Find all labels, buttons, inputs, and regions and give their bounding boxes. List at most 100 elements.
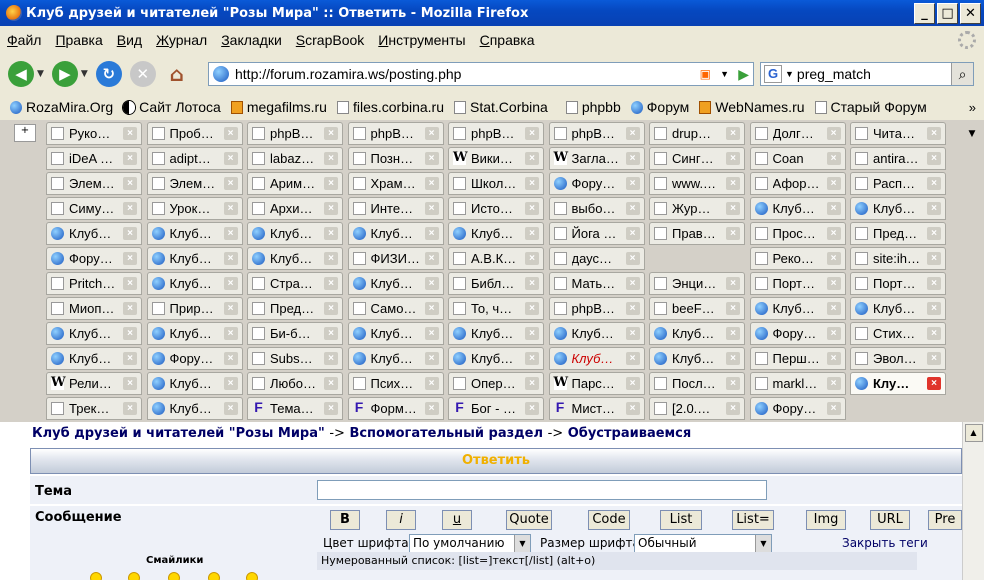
vertical-scrollbar[interactable]: ▲ xyxy=(962,422,984,580)
tab[interactable]: Посл… × xyxy=(649,372,745,395)
tab-close-icon[interactable]: × xyxy=(927,377,941,390)
tab-close-icon[interactable]: × xyxy=(726,377,740,390)
tab[interactable]: phpB… × xyxy=(448,122,544,145)
tab-close-icon[interactable]: × xyxy=(223,377,238,390)
tab[interactable]: выбо… × xyxy=(548,197,645,220)
tab[interactable]: Арим… × xyxy=(247,172,343,195)
tab[interactable]: Клуб… × xyxy=(46,322,142,345)
tab-close-icon[interactable]: × xyxy=(223,302,238,315)
tab[interactable]: phpB… × xyxy=(247,122,343,145)
tab-close-icon[interactable]: × xyxy=(123,152,137,165)
tab-close-icon[interactable]: × xyxy=(223,127,238,140)
tab-close-icon[interactable]: × xyxy=(324,302,338,315)
pre-button[interactable]: Pre xyxy=(928,510,962,530)
tab-close-icon[interactable]: × xyxy=(123,202,137,215)
tab-close-icon[interactable]: × xyxy=(324,127,338,140)
tab-close-icon[interactable]: × xyxy=(826,177,841,190)
smiley-icon[interactable] xyxy=(168,572,180,580)
breadcrumb-subsection-link[interactable]: Обустраиваемся xyxy=(568,426,692,441)
tab[interactable]: Клуб… × xyxy=(146,372,243,395)
tab-close-icon[interactable]: × xyxy=(424,127,439,140)
tab[interactable]: Миоп… × xyxy=(46,297,142,320)
tab[interactable]: Элем… × xyxy=(46,172,142,195)
tab[interactable]: F Форм… × xyxy=(347,397,444,420)
quote-button[interactable]: Quote xyxy=(506,510,552,530)
tab[interactable]: Фору… × xyxy=(548,172,645,195)
tab[interactable]: Чита… × xyxy=(850,122,946,145)
tab-close-icon[interactable]: × xyxy=(223,177,238,190)
tab-close-icon[interactable]: × xyxy=(525,202,539,215)
menu-scrapbook[interactable]: ScrapBook xyxy=(289,32,372,48)
home-button[interactable]: ⌂ xyxy=(164,61,190,87)
tab[interactable]: phpB… × xyxy=(548,297,645,320)
tab-close-icon[interactable]: × xyxy=(625,252,640,265)
bookmark-stat-corbina[interactable]: Stat.Corbina xyxy=(454,99,548,115)
tab-close-icon[interactable]: × xyxy=(123,127,137,140)
tab-close-icon[interactable]: × xyxy=(625,277,640,290)
tab-close-icon[interactable]: × xyxy=(525,127,539,140)
menu-tools[interactable]: Инструменты xyxy=(371,32,472,48)
close-tags-link[interactable]: Закрыть теги xyxy=(842,536,928,550)
tab[interactable]: Синг… × xyxy=(649,147,745,170)
tab[interactable]: labaz… × xyxy=(247,147,343,170)
bookmark-phpbb[interactable]: phpbb xyxy=(565,99,621,115)
url-bar[interactable]: http://forum.rozamira.ws/posting.php ▣ ▼… xyxy=(208,62,754,86)
tab-close-icon[interactable]: × xyxy=(726,152,740,165)
tab[interactable]: Жур… × xyxy=(649,197,745,220)
tab[interactable]: Позн… × xyxy=(347,147,444,170)
tab[interactable]: drup… × xyxy=(649,122,745,145)
topic-input[interactable] xyxy=(317,480,767,500)
tab[interactable]: www.… × xyxy=(649,172,745,195)
tab-close-icon[interactable]: × xyxy=(726,202,740,215)
tab[interactable]: Расп… × xyxy=(850,172,946,195)
tab[interactable]: F Мист… × xyxy=(548,397,645,420)
tab[interactable]: Стих… × xyxy=(850,322,946,345)
tab-close-icon[interactable]: × xyxy=(424,252,439,265)
tab[interactable]: Клуб… × xyxy=(548,322,645,345)
bookmark-rozamira[interactable]: RozaMira.Org xyxy=(10,99,113,115)
tab-close-icon[interactable]: × xyxy=(726,352,740,365)
tab[interactable]: Клуб… × xyxy=(448,222,544,245)
tab[interactable]: Фору… × xyxy=(146,347,243,370)
bookmark-webnames[interactable]: WebNames.ru xyxy=(699,99,805,115)
tab-close-icon[interactable]: × xyxy=(826,277,841,290)
tab-close-icon[interactable]: × xyxy=(324,377,338,390)
tab-close-icon[interactable]: × xyxy=(625,327,640,340)
tab-close-icon[interactable]: × xyxy=(223,227,238,240)
tab[interactable]: Стра… × xyxy=(247,272,343,295)
tab[interactable]: Клуб… × xyxy=(247,247,343,270)
tab-close-icon[interactable]: × xyxy=(123,327,137,340)
tab-close-icon[interactable]: × xyxy=(726,327,740,340)
tab-close-icon[interactable]: × xyxy=(826,152,841,165)
tab-close-icon[interactable]: × xyxy=(927,252,941,265)
tab-close-icon[interactable]: × xyxy=(826,252,841,265)
tab[interactable]: Клуб… × xyxy=(46,347,142,370)
tab[interactable]: Афор… × xyxy=(749,172,846,195)
minimize-button[interactable]: _ xyxy=(914,3,935,24)
tab[interactable]: Клуб… × xyxy=(448,322,544,345)
tab[interactable]: Прос… × xyxy=(749,222,846,245)
url-button[interactable]: URL xyxy=(870,510,910,530)
menu-help[interactable]: Справка xyxy=(473,32,542,48)
tab-close-icon[interactable]: × xyxy=(525,327,539,340)
tab-close-icon[interactable]: × xyxy=(424,202,439,215)
tab-close-icon[interactable]: × xyxy=(223,352,238,365)
tab-close-icon[interactable]: × xyxy=(223,202,238,215)
tab-close-icon[interactable]: × xyxy=(123,302,137,315)
bookmark-forum[interactable]: Форум xyxy=(630,99,689,115)
tab-close-icon[interactable]: × xyxy=(525,352,539,365)
bookmark-lotos[interactable]: Сайт Лотоса xyxy=(123,99,221,115)
tab-close-icon[interactable]: × xyxy=(123,377,137,390)
tab-close-icon[interactable]: × xyxy=(826,352,841,365)
tab-close-icon[interactable]: × xyxy=(525,302,539,315)
tab-close-icon[interactable]: × xyxy=(826,327,841,340)
tab[interactable]: Coan × xyxy=(749,147,846,170)
tab-close-icon[interactable]: × xyxy=(223,252,238,265)
tab[interactable]: Школ… × xyxy=(448,172,544,195)
tab-close-icon[interactable]: × xyxy=(324,227,338,240)
tab-close-icon[interactable]: × xyxy=(424,377,439,390)
tab[interactable]: W Вики… × xyxy=(448,147,544,170)
tab[interactable]: Pritch… × xyxy=(46,272,142,295)
tab[interactable]: Библ… × xyxy=(448,272,544,295)
tab[interactable]: Исто… × xyxy=(448,197,544,220)
